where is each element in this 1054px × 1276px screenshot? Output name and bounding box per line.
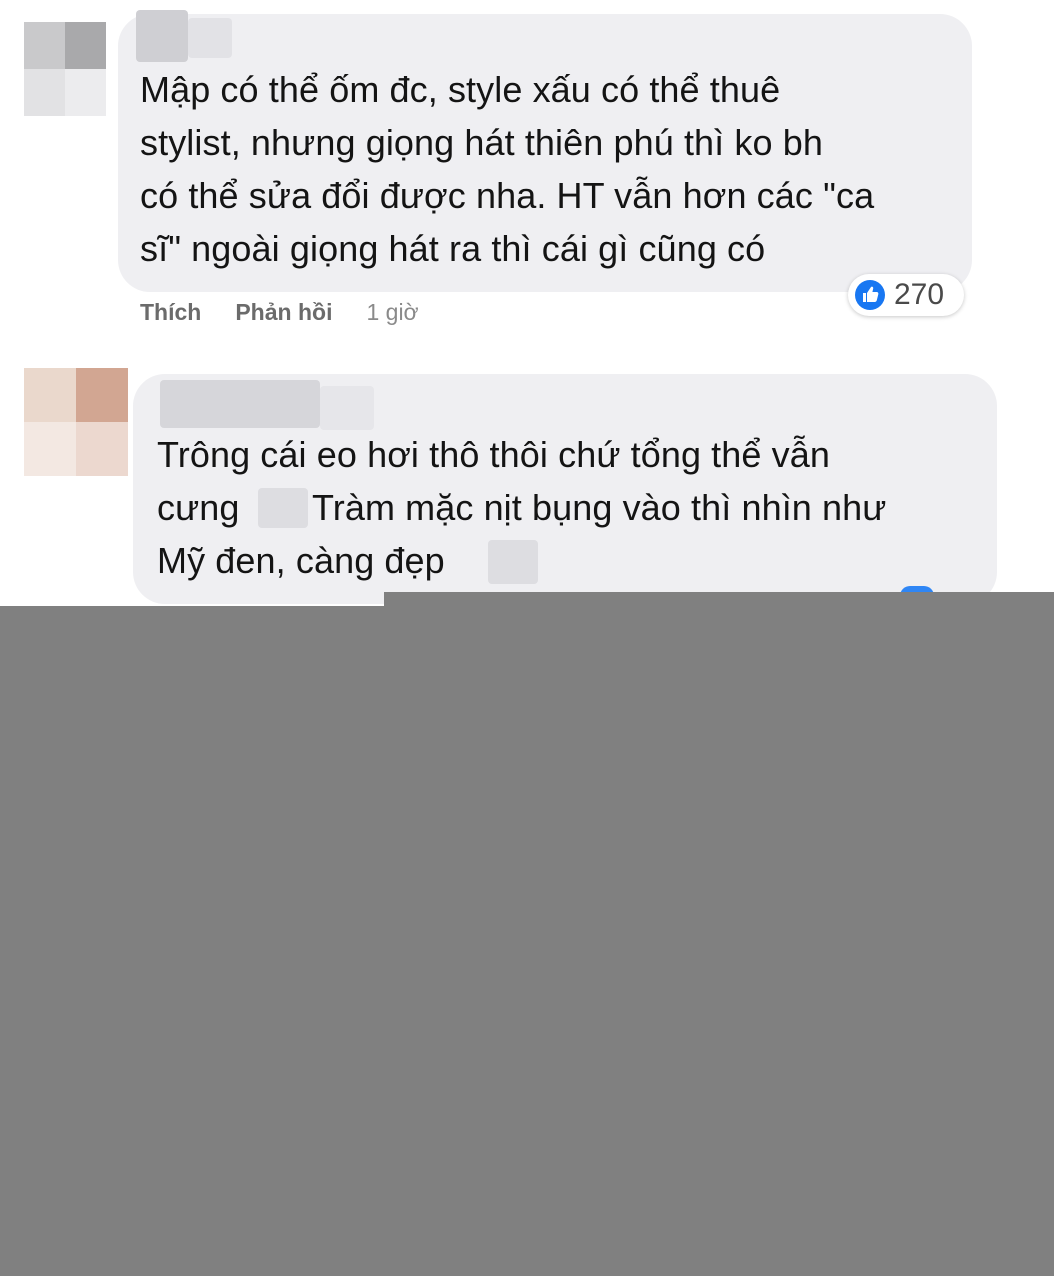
avatar-pixel [65, 22, 106, 69]
comment-text-line: cưng [157, 487, 240, 528]
avatar-pixel [24, 22, 65, 69]
blurred-username [188, 18, 232, 58]
comment-actions: Thích Phản hồi 1 giờ [140, 296, 419, 328]
like-button[interactable]: Thích [140, 299, 201, 326]
blurred-emoji [488, 540, 538, 584]
gray-overlay [0, 606, 1054, 1276]
comment-timestamp[interactable]: 1 giờ [366, 299, 418, 326]
blurred-emoji [258, 488, 308, 528]
avatar-pixel [24, 69, 65, 116]
comment-text-line: Mỹ đen, càng đẹp [157, 540, 445, 581]
avatar-pixel [76, 422, 128, 476]
comment-text-line: Trông cái eo hơi thô thôi chứ tổng thể v… [157, 434, 830, 475]
avatar-pixel [24, 368, 76, 422]
reaction-count-pill[interactable]: 270 [848, 274, 964, 316]
avatar-pixel [24, 422, 76, 476]
thumbs-up-icon [854, 279, 886, 311]
comment-text-line: sĩ" ngoài giọng hát ra thì cái gì cũng c… [140, 228, 766, 269]
blurred-username [320, 386, 374, 430]
comment-text-line: Mập có thể ốm đc, style xấu có thể thuê [140, 69, 781, 110]
blurred-username[interactable] [160, 380, 320, 428]
avatar-pixel [76, 368, 128, 422]
blurred-username[interactable] [136, 10, 188, 62]
commenter-avatar[interactable] [24, 22, 106, 116]
comment-text-line: có thể sửa đổi được nha. HT vẫn hơn các … [140, 175, 875, 216]
reply-button[interactable]: Phản hồi [235, 299, 332, 326]
reaction-count: 270 [894, 278, 945, 311]
avatar-pixel [65, 69, 106, 116]
commenter-avatar[interactable] [24, 368, 128, 476]
comment-text-line: stylist, nhưng giọng hát thiên phú thì k… [140, 122, 823, 163]
comment-text-line: Tràm mặc nịt bụng vào thì nhìn như [312, 487, 887, 528]
